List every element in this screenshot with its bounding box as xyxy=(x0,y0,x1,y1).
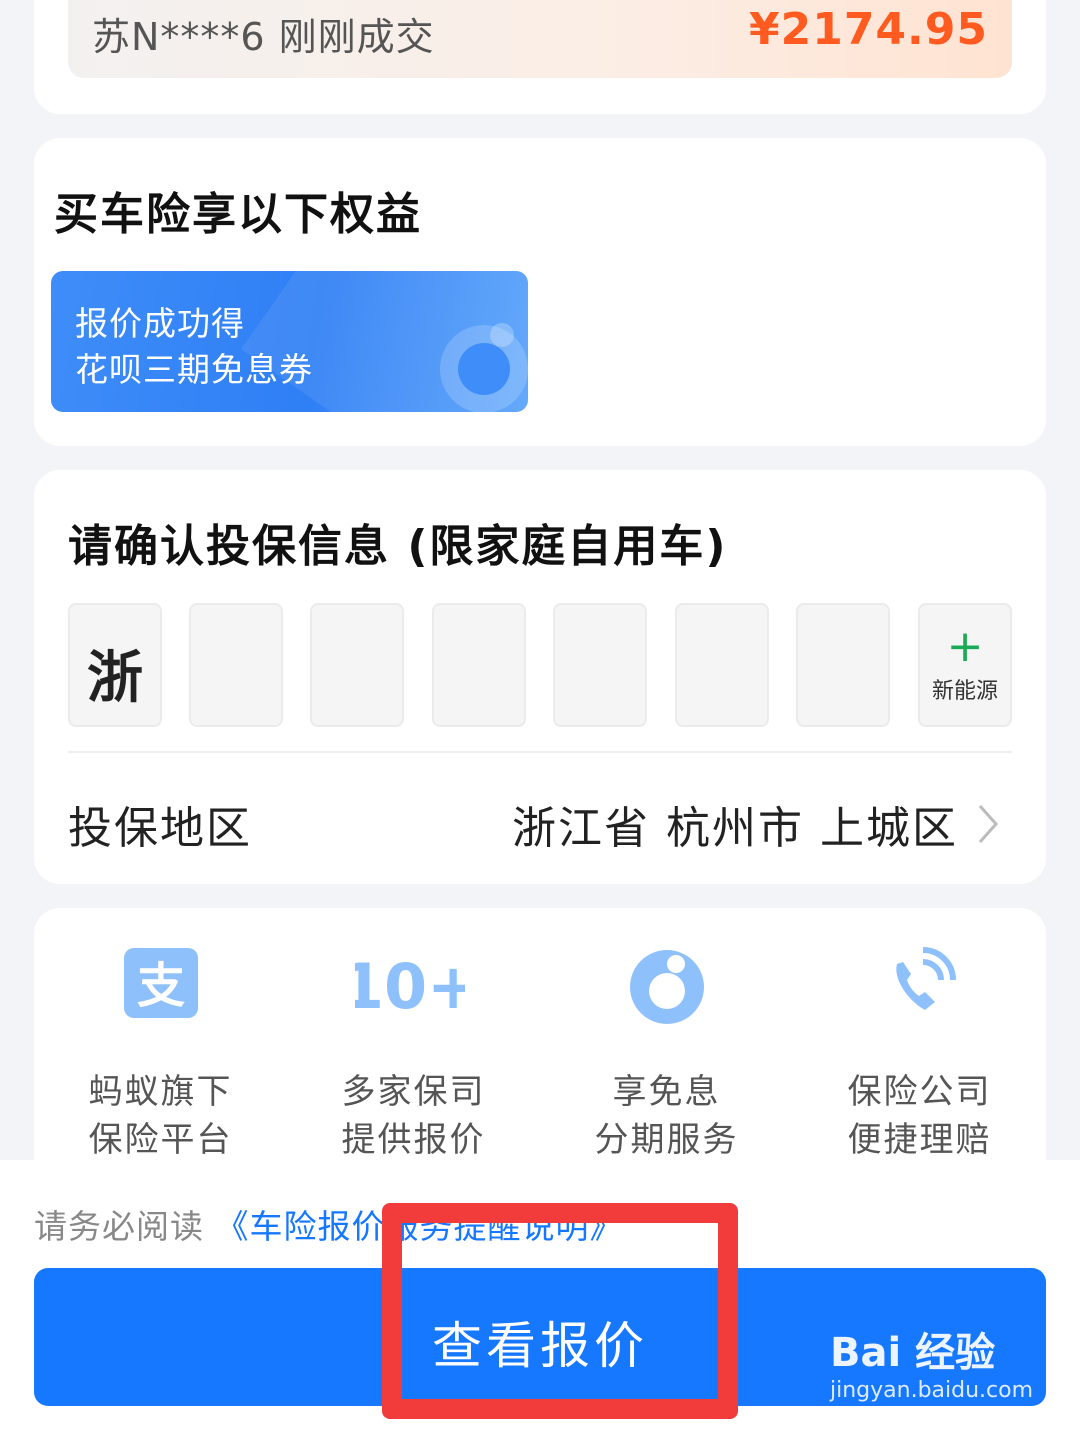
svg-text:10+: 10+ xyxy=(355,950,465,1023)
feature-line-2: 提供报价 xyxy=(341,1120,486,1160)
feature-line-1: 多家保司 xyxy=(341,1072,486,1112)
feature-line-1: 享免息 xyxy=(612,1072,721,1112)
chevron-right-icon[interactable] xyxy=(974,802,1002,846)
plate-char-box[interactable] xyxy=(553,603,647,727)
plate-province-box[interactable]: 浙 xyxy=(68,603,162,727)
new-energy-label: 新能源 xyxy=(931,679,998,704)
new-energy-plate-button[interactable]: + 新能源 xyxy=(918,603,1012,727)
benefits-title: 买车险享以下权益 xyxy=(54,189,422,240)
plus-icon: + xyxy=(946,621,984,672)
phone-icon xyxy=(896,947,956,1010)
feature-item: 支 蚂蚁旗下 保险平台 xyxy=(34,908,287,1168)
plate-char-box[interactable] xyxy=(432,603,526,727)
alipay-icon: 支 xyxy=(124,948,198,1018)
svg-text:支: 支 xyxy=(137,958,185,1014)
region-label: 投保地区 xyxy=(68,803,252,854)
benefits-card: 买车险享以下权益 报价成功得 花呗三期免息券 xyxy=(34,138,1046,446)
feature-line-1: 保险公司 xyxy=(847,1072,992,1112)
huabei-icon xyxy=(630,950,704,1024)
coupon-line-1: 报价成功得 xyxy=(75,304,245,343)
watermark-brand: Bai 经验 xyxy=(830,1330,996,1376)
insurance-info-title: 请确认投保信息 (限家庭自用车) xyxy=(68,521,728,572)
recent-deal-price: ¥2174.95 xyxy=(748,4,988,55)
plate-province: 浙 xyxy=(87,646,143,711)
coupon-line-2: 花呗三期免息券 xyxy=(75,350,313,389)
plate-char-box[interactable] xyxy=(189,603,283,727)
plate-char-box[interactable] xyxy=(675,603,769,727)
feature-item: 享免息 分期服务 xyxy=(540,908,793,1168)
highlight-annotation-box xyxy=(382,1203,738,1419)
insurance-info-card: 请确认投保信息 (限家庭自用车) 浙 + 新能源 投保地区 浙江省 杭州市 上城… xyxy=(34,470,1046,884)
region-value[interactable]: 浙江省 杭州市 上城区 xyxy=(512,792,958,856)
feature-line-2: 保险平台 xyxy=(88,1120,233,1160)
ten-plus-icon: 10+ xyxy=(355,950,465,1023)
recent-deal-card: 苏N****6 刚刚成交 ¥2174.95 xyxy=(34,0,1046,114)
info-divider xyxy=(68,751,1012,753)
notice-prefix: 请务必阅读 xyxy=(34,1207,204,1246)
baidu-jingyan-watermark: Bai 经验 jingyan.baidu.com xyxy=(826,1320,1036,1415)
recent-deal-text: 苏N****6 刚刚成交 xyxy=(92,15,435,59)
watermark-url: jingyan.baidu.com xyxy=(830,1378,1034,1403)
feature-item: 保险公司 便捷理赔 xyxy=(793,908,1046,1168)
huabei-icon xyxy=(440,323,528,412)
plate-char-box[interactable] xyxy=(796,603,890,727)
feature-line-2: 便捷理赔 xyxy=(847,1120,992,1160)
plate-char-box[interactable] xyxy=(310,603,404,727)
huabei-coupon-card[interactable]: 报价成功得 花呗三期免息券 xyxy=(51,271,528,412)
feature-item: 10+ 多家保司 提供报价 xyxy=(287,908,540,1168)
feature-line-1: 蚂蚁旗下 xyxy=(88,1072,233,1112)
feature-line-2: 分期服务 xyxy=(594,1120,739,1160)
